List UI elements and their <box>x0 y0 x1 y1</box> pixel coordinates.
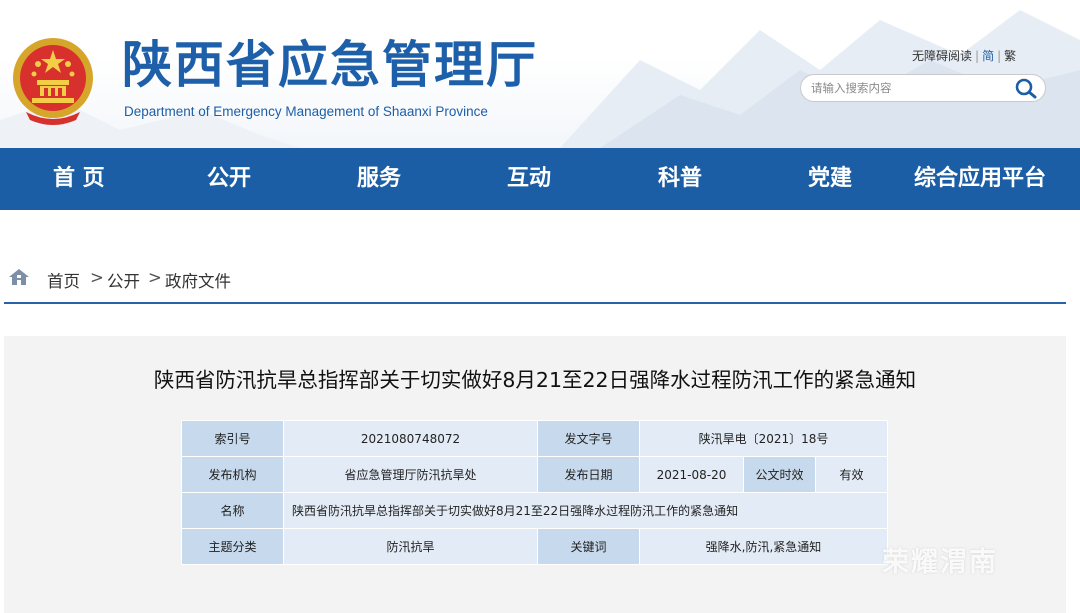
table-row: 索引号 2021080748072 发文字号 陕汛旱电〔2021〕18号 <box>181 420 888 457</box>
simplified-chinese-link[interactable]: 简 <box>982 49 994 63</box>
nav-item-home[interactable]: 首 页 <box>53 148 105 210</box>
site-header: 陕西省应急管理厅 Department of Emergency Managem… <box>0 0 1080 148</box>
home-icon[interactable] <box>8 267 30 287</box>
breadcrumb-open[interactable]: 公开 <box>107 268 140 292</box>
publisher-label: 发布机构 <box>181 456 284 493</box>
search-input[interactable] <box>811 79 1001 97</box>
accessibility-link[interactable]: 无障碍阅读 <box>912 49 972 63</box>
breadcrumb-separator: > <box>90 268 104 287</box>
nav-item-open[interactable]: 公开 <box>207 148 251 210</box>
breadcrumb-separator: > <box>148 268 162 287</box>
traditional-chinese-link[interactable]: 繁 <box>1004 49 1016 63</box>
doc-number-value: 陕汛旱电〔2021〕18号 <box>639 420 888 457</box>
validity-label: 公文时效 <box>743 456 816 493</box>
nav-item-platform[interactable]: 综合应用平台 <box>914 148 1046 210</box>
link-separator: | <box>997 49 1002 63</box>
watermark-text: 荣耀渭南 <box>882 547 998 578</box>
site-subtitle: Department of Emergency Management of Sh… <box>124 104 488 119</box>
keywords-value: 强降水,防汛,紧急通知 <box>639 528 888 565</box>
keywords-label: 关键词 <box>537 528 640 565</box>
date-value: 2021-08-20 <box>639 456 744 493</box>
table-row: 主题分类 防汛抗旱 关键词 强降水,防汛,紧急通知 <box>181 528 888 565</box>
table-row: 名称 陕西省防汛抗旱总指挥部关于切实做好8月21至22日强降水过程防汛工作的紧急… <box>181 492 888 529</box>
breadcrumb-gov-docs[interactable]: 政府文件 <box>165 268 231 292</box>
national-emblem-icon <box>13 38 93 125</box>
topic-label: 主题分类 <box>181 528 284 565</box>
validity-value: 有效 <box>815 456 888 493</box>
document-title: 陕西省防汛抗旱总指挥部关于切实做好8月21至22日强降水过程防汛工作的紧急通知 <box>153 368 917 392</box>
main-nav: 首 页 公开 服务 互动 科普 党建 综合应用平台 <box>0 148 1080 210</box>
link-separator: | <box>975 49 980 63</box>
index-value: 2021080748072 <box>283 420 538 457</box>
nav-item-service[interactable]: 服务 <box>357 148 401 210</box>
table-row: 发布机构 省应急管理厅防汛抗旱处 发布日期 2021-08-20 公文时效 有效 <box>181 456 888 493</box>
utility-links: 无障碍阅读 | 简 | 繁 <box>912 47 1016 64</box>
publisher-value: 省应急管理厅防汛抗旱处 <box>283 456 538 493</box>
topic-value: 防汛抗旱 <box>283 528 538 565</box>
nav-item-party[interactable]: 党建 <box>808 148 852 210</box>
doc-number-label: 发文字号 <box>537 420 640 457</box>
site-title: 陕西省应急管理厅 <box>122 36 538 94</box>
search-icon[interactable] <box>1014 77 1038 99</box>
name-value: 陕西省防汛抗旱总指挥部关于切实做好8月21至22日强降水过程防汛工作的紧急通知 <box>283 492 888 529</box>
search-box <box>800 74 1046 102</box>
nav-item-science[interactable]: 科普 <box>658 148 702 210</box>
name-label: 名称 <box>181 492 284 529</box>
breadcrumb-home[interactable]: 首页 <box>47 268 80 292</box>
breadcrumb-divider <box>4 302 1066 304</box>
nav-item-interaction[interactable]: 互动 <box>507 148 551 210</box>
date-label: 发布日期 <box>537 456 640 493</box>
index-label: 索引号 <box>181 420 284 457</box>
document-meta-table: 索引号 2021080748072 发文字号 陕汛旱电〔2021〕18号 发布机… <box>181 420 888 565</box>
